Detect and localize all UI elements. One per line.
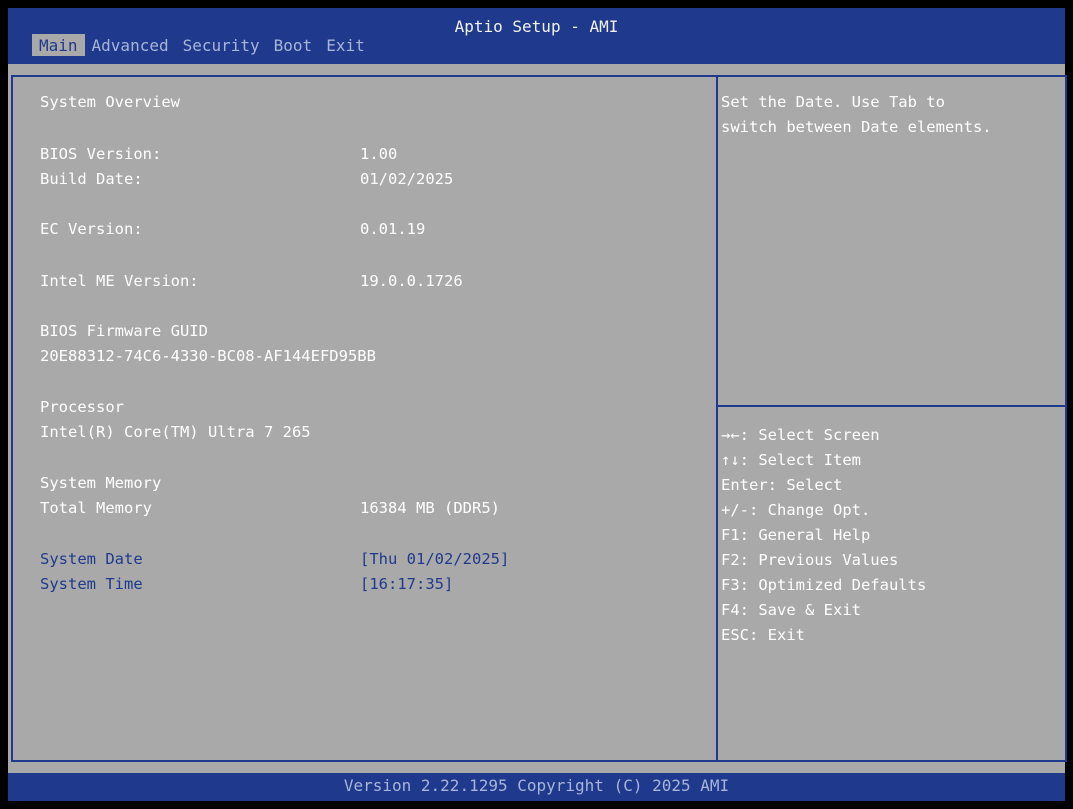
system-time-field[interactable]: [16:17:35]	[360, 573, 453, 595]
me-version-label: Intel ME Version:	[40, 272, 199, 290]
footer-bar: Version 2.22.1295 Copyright (C) 2025 AMI	[8, 773, 1065, 801]
key-change-opt: +/-: Change Opt.	[721, 501, 871, 519]
tab-bar: Main Advanced Security Boot Exit	[32, 34, 372, 56]
key-legend: →←: Select Screen ↑↓: Select Item Enter:…	[721, 423, 926, 648]
key-esc-exit: ESC: Exit	[721, 626, 805, 644]
key-optimized-defaults: F3: Optimized Defaults	[721, 576, 927, 594]
help-text-line-2: switch between Date elements.	[721, 118, 992, 136]
key-select-item: ↑↓: Select Item	[721, 451, 861, 469]
processor-label: Processor	[40, 398, 124, 416]
key-save-exit: F4: Save & Exit	[721, 601, 861, 619]
help-panel	[716, 75, 1067, 762]
tab-main[interactable]: Main	[32, 34, 85, 56]
key-select-screen: →←: Select Screen	[721, 426, 880, 444]
system-date-field[interactable]: [Thu 01/02/2025]	[360, 548, 509, 570]
tab-exit[interactable]: Exit	[319, 34, 372, 56]
ec-version-label: EC Version:	[40, 220, 143, 238]
key-enter-select: Enter: Select	[721, 476, 843, 494]
key-general-help: F1: General Help	[721, 526, 871, 544]
help-divider	[718, 405, 1065, 407]
system-date-label[interactable]: System Date	[40, 548, 143, 570]
total-memory-value: 16384 MB (DDR5)	[360, 499, 500, 517]
system-memory-label: System Memory	[40, 474, 162, 492]
tab-advanced[interactable]: Advanced	[85, 34, 176, 56]
guid-label: BIOS Firmware GUID	[40, 322, 208, 340]
total-memory-label: Total Memory	[40, 499, 152, 517]
help-text-line-1: Set the Date. Use Tab to	[721, 93, 945, 111]
tab-boot[interactable]: Boot	[267, 34, 320, 56]
system-overview-heading: System Overview	[40, 93, 180, 111]
build-date-label: Build Date:	[40, 170, 143, 188]
processor-value: Intel(R) Core(TM) Ultra 7 265	[40, 423, 311, 441]
bios-version-label: BIOS Version:	[40, 145, 162, 163]
guid-value: 20E88312-74C6-4330-BC08-AF144EFD95BB	[40, 347, 376, 365]
build-date-value: 01/02/2025	[360, 170, 454, 188]
ec-version-value: 0.01.19	[360, 220, 426, 238]
me-version-value: 19.0.0.1726	[360, 272, 463, 290]
tab-security[interactable]: Security	[176, 34, 267, 56]
version-copyright: Version 2.22.1295 Copyright (C) 2025 AMI	[343, 776, 730, 795]
key-previous-values: F2: Previous Values	[721, 551, 899, 569]
bios-version-value: 1.00	[360, 145, 398, 163]
system-time-label[interactable]: System Time	[40, 573, 143, 595]
